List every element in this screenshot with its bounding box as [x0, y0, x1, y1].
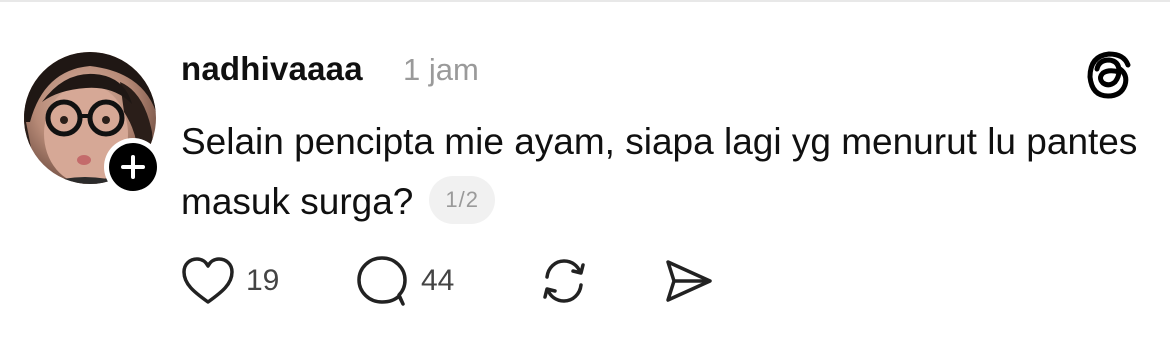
comment-icon [357, 256, 407, 306]
like-button[interactable]: 19 [180, 253, 279, 309]
heart-icon [182, 257, 234, 304]
username[interactable]: nadhivaaaa [181, 50, 363, 88]
share-icon [666, 260, 712, 302]
repost-icon [543, 259, 585, 303]
post-body: Selain pencipta mie ayam, siapa lagi yg … [181, 112, 1141, 232]
plus-icon [121, 155, 145, 179]
timestamp: 1 jam [403, 52, 479, 87]
reply-count: 44 [421, 264, 455, 297]
threads-logo-icon [1087, 51, 1131, 99]
post-text: Selain pencipta mie ayam, siapa lagi yg … [181, 121, 1138, 222]
reply-button[interactable]: 44 [355, 253, 454, 309]
like-count: 19 [246, 264, 280, 297]
follow-button[interactable] [104, 138, 162, 196]
repost-button[interactable] [538, 253, 590, 309]
share-button[interactable] [662, 253, 714, 309]
top-divider [0, 0, 1170, 2]
page-indicator: 1/2 [429, 176, 495, 225]
